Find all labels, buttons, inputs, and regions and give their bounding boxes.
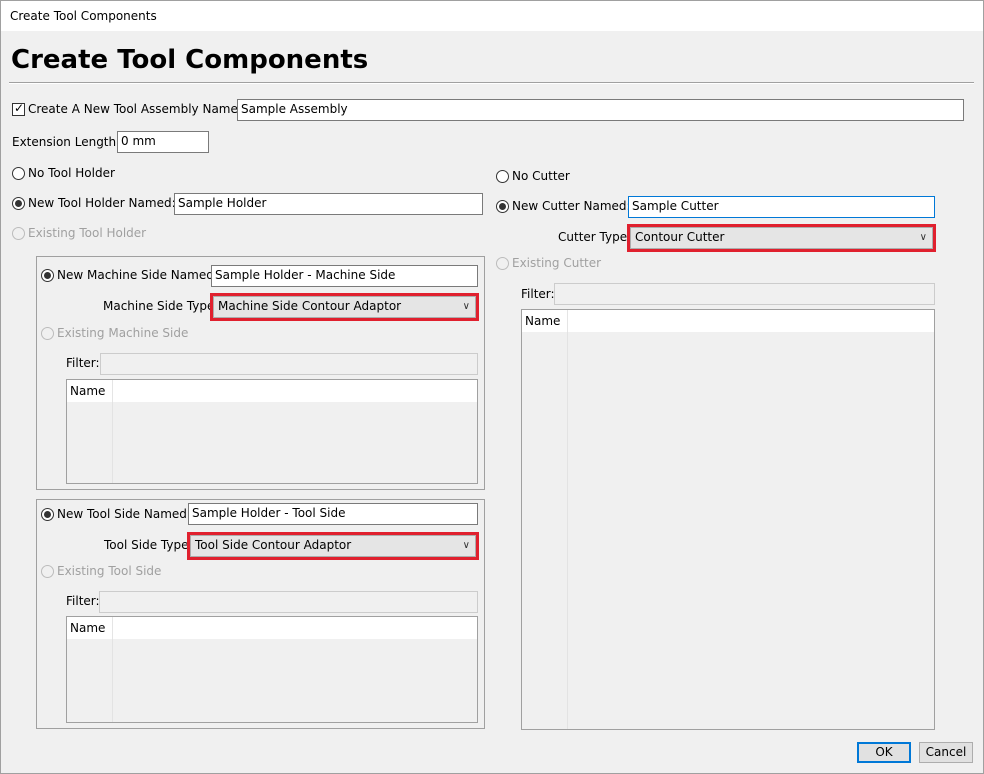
new-tool-side-radio[interactable] [41, 508, 54, 521]
existing-tool-holder-label: Existing Tool Holder [28, 226, 147, 240]
extension-length-input[interactable]: 0 mm [117, 131, 209, 153]
tool-side-group: New Tool Side Named: Sample Holder - Too… [36, 499, 485, 729]
create-assembly-checkbox[interactable]: ✓ [12, 101, 25, 116]
ok-button[interactable]: OK [857, 742, 911, 763]
new-machine-side-label: New Machine Side Named: [57, 268, 218, 282]
cutter-type-label: Cutter Type: [558, 230, 632, 244]
existing-tool-side-radio[interactable] [41, 565, 54, 578]
new-machine-side-radio[interactable] [41, 269, 54, 282]
tool-holder-name-input[interactable]: Sample Holder [174, 193, 483, 215]
tool-side-list[interactable]: Name [66, 616, 478, 723]
tool-side-name-input[interactable]: Sample Holder - Tool Side [188, 503, 478, 525]
column-line [112, 639, 113, 722]
name-column-header[interactable]: Name [525, 314, 560, 328]
tool-side-type-label: Tool Side Type: [104, 538, 193, 552]
new-tool-holder-label: New Tool Holder Named: [28, 196, 176, 210]
tool-side-filter-input[interactable] [99, 591, 478, 613]
column-separator [112, 617, 113, 639]
column-line [567, 332, 568, 729]
new-cutter-label: New Cutter Named: [512, 199, 631, 213]
dialog-window: Create Tool Components Create Tool Compo… [0, 0, 984, 774]
name-column-header[interactable]: Name [70, 621, 105, 635]
create-assembly-label: Create A New Tool Assembly Named: [28, 102, 250, 116]
machine-side-name-input[interactable]: Sample Holder - Machine Side [211, 265, 478, 287]
cancel-button[interactable]: Cancel [919, 742, 973, 763]
existing-tool-holder-radio[interactable] [12, 227, 25, 240]
column-separator [567, 310, 568, 332]
machine-side-group: New Machine Side Named: Sample Holder - … [36, 256, 485, 490]
list-header: Name [67, 617, 477, 639]
no-cutter-label: No Cutter [512, 169, 570, 183]
highlight-box [210, 293, 479, 321]
cutter-filter-label: Filter: [521, 287, 555, 301]
machine-side-type-label: Machine Side Type: [103, 299, 219, 313]
highlight-box [187, 532, 479, 560]
machine-side-list[interactable]: Name [66, 379, 478, 484]
cutter-name-input[interactable]: Sample Cutter [628, 196, 935, 218]
existing-cutter-radio[interactable] [496, 257, 509, 270]
new-tool-side-label: New Tool Side Named: [57, 507, 191, 521]
heading-divider [9, 82, 974, 84]
machine-side-filter-input[interactable] [100, 353, 478, 375]
highlight-box [627, 224, 936, 252]
tool-side-filter-label: Filter: [66, 594, 100, 608]
no-tool-holder-radio[interactable] [12, 167, 25, 180]
no-cutter-radio[interactable] [496, 170, 509, 183]
list-header: Name [67, 380, 477, 402]
title-bar: Create Tool Components [1, 1, 983, 31]
existing-tool-side-label: Existing Tool Side [57, 564, 162, 578]
checkmark-icon: ✓ [14, 101, 25, 115]
page-title: Create Tool Components [11, 45, 369, 75]
existing-machine-side-radio[interactable] [41, 327, 54, 340]
assembly-name-input[interactable]: Sample Assembly [237, 99, 964, 121]
list-header: Name [522, 310, 934, 332]
extension-length-label: Extension Length: [12, 135, 121, 149]
window-title: Create Tool Components [10, 9, 157, 23]
new-tool-holder-radio[interactable] [12, 197, 25, 210]
column-line [112, 402, 113, 483]
existing-machine-side-label: Existing Machine Side [57, 326, 189, 340]
no-tool-holder-label: No Tool Holder [28, 166, 115, 180]
cutter-list[interactable]: Name [521, 309, 935, 730]
new-cutter-radio[interactable] [496, 200, 509, 213]
cutter-filter-input[interactable] [554, 283, 935, 305]
name-column-header[interactable]: Name [70, 384, 105, 398]
column-separator [112, 380, 113, 402]
existing-cutter-label: Existing Cutter [512, 256, 602, 270]
machine-side-filter-label: Filter: [66, 356, 100, 370]
